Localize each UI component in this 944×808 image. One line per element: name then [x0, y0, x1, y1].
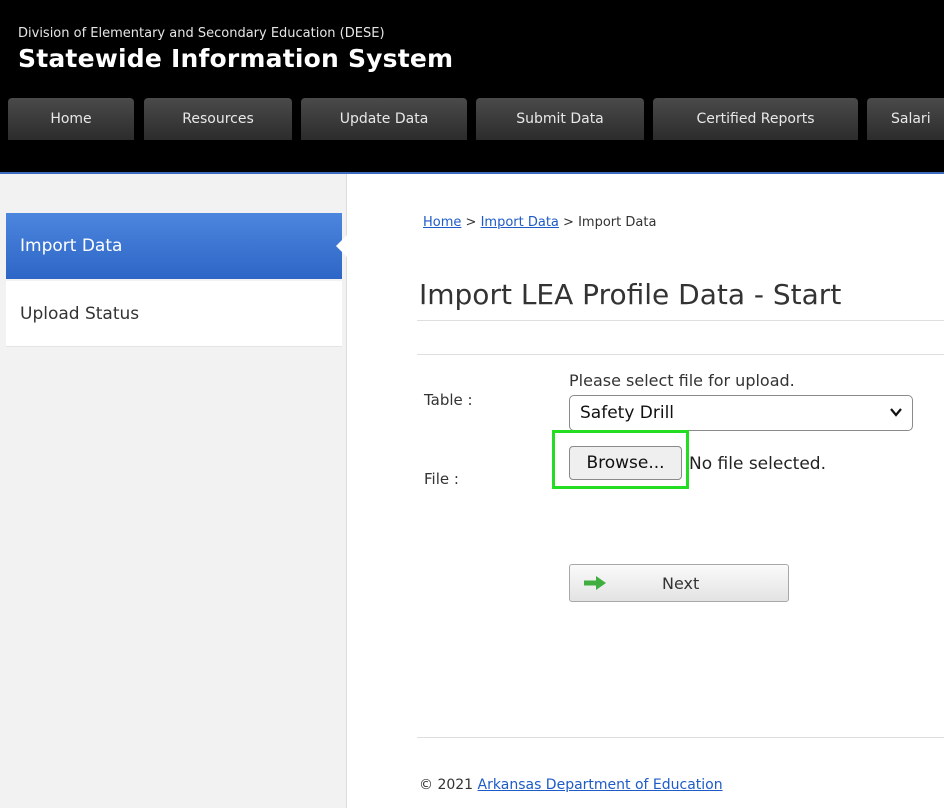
header-title: Statewide Information System: [18, 44, 454, 73]
breadcrumb-current: Import Data: [578, 215, 657, 230]
sidebar-item-label: Upload Status: [20, 303, 140, 324]
breadcrumb-home-link[interactable]: Home: [423, 215, 461, 230]
tab-resources[interactable]: Resources: [144, 98, 292, 140]
app-header: Division of Elementary and Secondary Edu…: [0, 0, 944, 174]
breadcrumb-separator: >: [563, 215, 574, 230]
table-select-value: Safety Drill: [580, 403, 675, 423]
sidebar-item-import-data[interactable]: Import Data: [6, 213, 349, 279]
tab-update-data[interactable]: Update Data: [301, 98, 467, 140]
breadcrumb-import-data-link[interactable]: Import Data: [481, 215, 559, 230]
chevron-down-icon: [890, 408, 902, 417]
file-label: File :: [424, 470, 459, 488]
tab-certified-reports[interactable]: Certified Reports: [653, 98, 858, 140]
footer-org-link[interactable]: Arkansas Department of Education: [478, 777, 723, 793]
file-status-text: No file selected.: [689, 454, 826, 474]
table-select[interactable]: Safety Drill: [569, 395, 913, 431]
breadcrumb: Home > Import Data > Import Data: [423, 215, 656, 230]
sidebar-item-label: Import Data: [20, 236, 123, 256]
footer: © 2021 Arkansas Department of Education: [419, 777, 723, 793]
header-subtitle: Division of Elementary and Secondary Edu…: [18, 26, 385, 41]
tab-home[interactable]: Home: [8, 98, 134, 140]
table-label: Table :: [424, 391, 473, 409]
tab-submit-data[interactable]: Submit Data: [476, 98, 644, 140]
footer-divider: [417, 737, 944, 738]
footer-copyright: © 2021: [419, 777, 474, 793]
next-button-label: Next: [662, 574, 700, 593]
sidebar-item-upload-status[interactable]: Upload Status: [6, 281, 342, 347]
next-button[interactable]: Next: [569, 564, 789, 602]
breadcrumb-separator: >: [465, 215, 477, 230]
browse-button[interactable]: Browse...: [569, 446, 682, 480]
sidebar: Import Data Upload Status: [0, 174, 349, 808]
page-title: Import LEA Profile Data - Start: [419, 278, 842, 311]
main-nav-tabs: Home Resources Update Data Submit Data C…: [0, 98, 944, 140]
title-divider: [417, 320, 944, 321]
upload-prompt: Please select file for upload.: [569, 371, 795, 390]
form-top-divider: [417, 354, 944, 355]
tab-salaries[interactable]: Salari: [867, 98, 944, 140]
arrow-right-icon: [584, 576, 606, 590]
